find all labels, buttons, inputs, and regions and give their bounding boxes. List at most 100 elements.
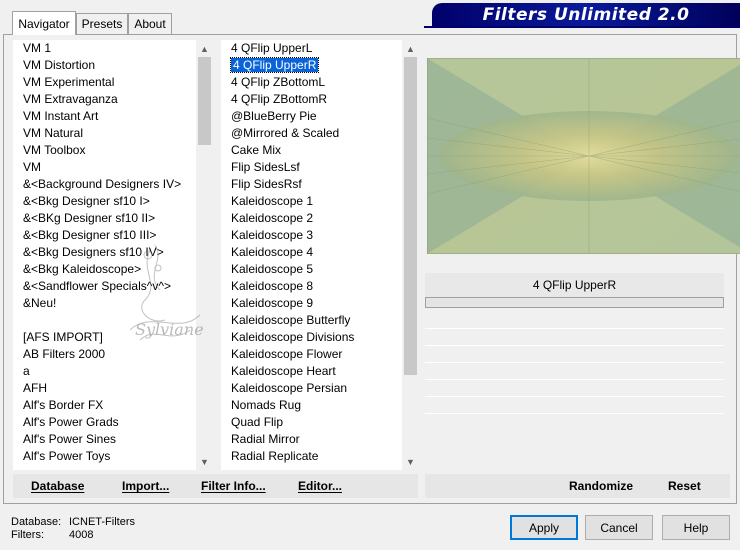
list-item-label: VM Distortion (23, 58, 96, 72)
apply-button[interactable]: Apply (510, 515, 578, 540)
list-item[interactable]: VM Toolbox (23, 142, 85, 159)
list-item[interactable]: VM Natural (23, 125, 83, 142)
watermark: Sylviane (110, 240, 220, 363)
list-item-label: a (23, 364, 30, 378)
param-divider (425, 413, 724, 414)
list-item[interactable]: Alf's Power Toys (23, 448, 110, 465)
scroll-up-icon[interactable]: ▲ (402, 40, 419, 57)
category-scroll-thumb[interactable] (198, 57, 211, 145)
list-item-label: Kaleidoscope Flower (231, 347, 343, 361)
list-item-label: VM (23, 160, 41, 174)
list-item-label: &<BKg Designer sf10 II> (23, 211, 156, 225)
list-item[interactable]: [AFS IMPORT] (23, 329, 103, 346)
database-value: ICNET-Filters (69, 516, 135, 528)
tab-about[interactable]: About (128, 13, 172, 34)
list-item[interactable]: Kaleidoscope Persian (231, 380, 347, 397)
list-item[interactable]: VM (23, 159, 41, 176)
list-item[interactable]: Kaleidoscope 9 (231, 295, 313, 312)
list-item[interactable]: VM Experimental (23, 74, 114, 91)
list-item[interactable]: Kaleidoscope 5 (231, 261, 313, 278)
selected-filter-label: 4 QFlip UpperR (532, 278, 617, 292)
list-item[interactable]: Flip SidesLsf (231, 159, 300, 176)
list-item-label: Alf's Power Toys (23, 449, 111, 463)
list-item-label: Kaleidoscope 1 (231, 194, 314, 208)
param-divider (425, 328, 724, 329)
list-button-bar: Database Import... Filter Info... Editor… (13, 474, 418, 498)
import-button[interactable]: Import... (122, 474, 169, 498)
help-button[interactable]: Help (662, 515, 730, 540)
param-divider (425, 362, 724, 363)
filter-list[interactable]: 4 QFlip UpperL 4 QFlip UpperR 4 QFlip ZBot… (221, 40, 419, 470)
list-item[interactable]: VM Instant Art (23, 108, 98, 125)
filter-preview-image (426, 57, 740, 255)
list-item-label: VM 1 (23, 41, 52, 55)
list-item[interactable]: Alf's Border FX (23, 397, 103, 414)
param-divider (425, 379, 724, 380)
app-banner: Filters Unlimited 2.0 (432, 3, 740, 26)
cancel-button[interactable]: Cancel (585, 515, 653, 540)
list-item-label: AB Filters 2000 (23, 347, 106, 361)
list-item[interactable]: AFH (23, 380, 47, 397)
list-item-label: VM Natural (23, 126, 84, 140)
database-label: Database: (11, 516, 62, 528)
tab-navigator-label: Navigator (18, 16, 70, 31)
param-button-bar: Randomize Reset (425, 474, 730, 498)
selected-filter-name: 4 QFlip UpperR (425, 273, 724, 297)
scroll-down-icon[interactable]: ▼ (196, 453, 213, 470)
list-item[interactable]: Kaleidoscope 4 (231, 244, 313, 261)
filter-scrollbar[interactable]: ▲ ▼ (402, 40, 419, 470)
list-item-label: Cake Mix (231, 143, 282, 157)
list-item[interactable]: Kaleidoscope 3 (231, 227, 313, 244)
tab-navigator[interactable]: Navigator (12, 11, 76, 35)
filters-count: 4008 (69, 529, 94, 541)
list-item[interactable]: Alf's Power Sines (23, 431, 116, 448)
list-item[interactable]: &<BKg Designer sf10 II> (23, 210, 155, 227)
list-item[interactable]: Quad Flip (231, 414, 283, 431)
list-item-label: AFH (23, 381, 47, 395)
list-item[interactable]: &<Background Designers IV> (23, 176, 181, 193)
list-item[interactable]: 4 QFlip ZBottomR (231, 91, 327, 108)
list-item[interactable]: Kaleidoscope 2 (231, 210, 313, 227)
list-item[interactable]: Kaleidoscope 1 (231, 193, 313, 210)
param-divider (425, 345, 724, 346)
list-item[interactable]: Kaleidoscope Flower (231, 346, 342, 363)
list-item-label: 4 QFlip ZBottomL (231, 75, 326, 89)
list-item[interactable]: @BlueBerry Pie (231, 108, 317, 125)
randomize-button[interactable]: Randomize (569, 474, 633, 498)
list-item-label: 4 QFlip ZBottomR (231, 92, 328, 106)
list-item[interactable]: AB Filters 2000 (23, 346, 105, 363)
list-item[interactable]: 4 QFlip UpperR (229, 57, 320, 74)
list-item[interactable]: Flip SidesRsf (231, 176, 302, 193)
param-divider (425, 396, 724, 397)
list-item-label: &<Bkg Designer sf10 I> (23, 194, 150, 208)
editor-button[interactable]: Editor... (298, 474, 342, 498)
list-item[interactable]: @Mirrored & Scaled (231, 125, 339, 142)
progress-bar (425, 297, 724, 308)
filter-scroll-thumb[interactable] (404, 57, 417, 375)
list-item[interactable]: a (23, 363, 30, 380)
list-item[interactable]: Radial Replicate (231, 448, 318, 465)
scroll-up-icon[interactable]: ▲ (196, 40, 213, 57)
list-item[interactable]: VM Distortion (23, 57, 95, 74)
list-item[interactable]: VM Extravaganza (23, 91, 118, 108)
list-item[interactable]: Radial Mirror (231, 431, 300, 448)
list-item[interactable]: VM 1 (23, 40, 51, 57)
scroll-down-icon[interactable]: ▼ (402, 453, 419, 470)
tab-presets[interactable]: Presets (76, 13, 128, 34)
list-item[interactable]: Alf's Power Grads (23, 414, 119, 431)
reset-button[interactable]: Reset (668, 474, 701, 498)
database-button[interactable]: Database (31, 474, 84, 498)
list-item-label: [AFS IMPORT] (23, 330, 103, 344)
list-item-label: Alf's Power Sines (23, 432, 116, 446)
list-item[interactable]: &Neu! (23, 295, 56, 312)
list-item[interactable]: 4 QFlip ZBottomL (231, 74, 325, 91)
list-item[interactable]: Kaleidoscope Butterfly (231, 312, 350, 329)
list-item[interactable]: &<Bkg Designer sf10 I> (23, 193, 150, 210)
list-item[interactable]: Nomads Rug (231, 397, 301, 414)
list-item[interactable]: Kaleidoscope Divisions (231, 329, 354, 346)
list-item[interactable]: Cake Mix (231, 142, 281, 159)
list-item[interactable]: 4 QFlip UpperL (231, 40, 312, 57)
list-item[interactable]: Kaleidoscope Heart (231, 363, 336, 380)
list-item[interactable]: Kaleidoscope 8 (231, 278, 313, 295)
filter-info-button[interactable]: Filter Info... (201, 474, 266, 498)
